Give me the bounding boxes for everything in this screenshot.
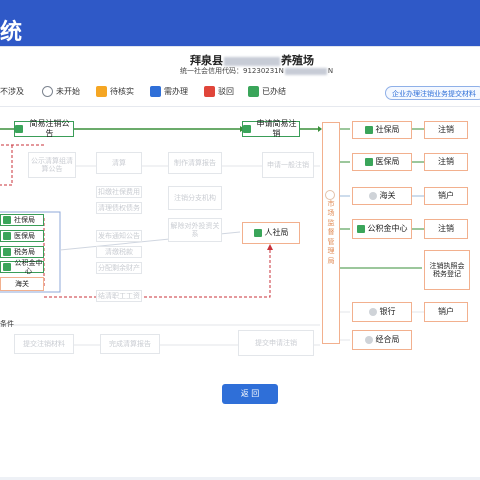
right-dept-bank[interactable]: 银行	[352, 302, 412, 322]
check-icon	[3, 232, 11, 240]
simple-notice-node[interactable]: 简易注销公告	[14, 119, 74, 138]
gray-node: 结清职工工资	[96, 290, 142, 302]
gray-node: 发布通知公告	[96, 230, 142, 242]
dept-label: 海关	[379, 191, 396, 201]
hrss-node[interactable]: 人社局	[242, 222, 300, 244]
check-icon	[3, 248, 11, 256]
action-cancel[interactable]: 注销	[424, 219, 468, 239]
gray-node: 注销分支机构	[168, 186, 222, 210]
check-icon	[243, 125, 251, 133]
not-applicable-icon	[368, 192, 377, 200]
apply-simple-node[interactable]: 申请简易注销	[242, 119, 300, 138]
action-cancel-license[interactable]: 注销执照会税务登记	[424, 250, 470, 290]
left-node-customs[interactable]: 海关	[0, 277, 44, 291]
node-label: 税务局	[14, 247, 35, 256]
status-circle-icon	[325, 190, 335, 200]
gray-node: 分配剩余财产	[96, 262, 142, 274]
gray-node: 清算	[96, 152, 142, 174]
action-close-account[interactable]: 销户	[424, 302, 468, 322]
right-dept-economic[interactable]: 经合局	[352, 330, 412, 350]
dept-label: 医保局	[375, 157, 400, 167]
apply-simple-label: 申请简易注销	[256, 119, 297, 138]
dept-label: 银行	[379, 307, 396, 317]
left-node-housing-fund[interactable]: 公积金中心	[0, 258, 44, 275]
not-applicable-icon	[368, 308, 377, 316]
action-close-account[interactable]: 销户	[424, 187, 468, 205]
rejected-line	[0, 145, 13, 186]
gray-node: 扣缴社保费用	[96, 186, 142, 198]
node-label: 医保局	[14, 231, 35, 240]
right-dept-medical[interactable]: 医保局	[352, 153, 412, 171]
action-cancel[interactable]: 注销	[424, 153, 468, 171]
action-cancel[interactable]: 注销	[424, 121, 468, 139]
dept-label: 社保局	[375, 125, 400, 135]
simple-notice-label: 简易注销公告	[29, 119, 70, 138]
dept-label: 经合局	[375, 335, 400, 345]
right-dept-social-security[interactable]: 社保局	[352, 121, 412, 139]
not-applicable-icon	[364, 336, 373, 344]
market-supervision-label: 市场监督管理局	[327, 200, 335, 265]
left-node-social-security[interactable]: 社保局	[0, 214, 44, 226]
check-icon	[15, 125, 23, 133]
left-node-tax[interactable]: 税务局	[0, 246, 44, 258]
condition-label: 条件	[0, 320, 14, 328]
rejected-line	[44, 248, 271, 298]
gray-node: 公示清算组清算公告	[28, 152, 76, 178]
flow-lines	[0, 126, 424, 346]
check-icon	[3, 216, 11, 224]
gray-node: 制作清算报告	[168, 152, 222, 174]
gray-node: 清缴税款	[96, 246, 142, 258]
gray-node: 解除对外投资关系	[168, 218, 222, 242]
check-icon	[364, 158, 373, 166]
dept-label: 公积金中心	[367, 224, 408, 234]
left-node-medical-insurance[interactable]: 医保局	[0, 230, 44, 242]
right-dept-housing-fund[interactable]: 公积金中心	[352, 219, 412, 239]
back-button[interactable]: 返 回	[222, 384, 278, 404]
gray-node: 完成清算报告	[100, 334, 160, 354]
node-label: 社保局	[14, 215, 35, 224]
right-dept-customs[interactable]: 海关	[352, 187, 412, 205]
gray-node: 申请一般注销	[262, 152, 314, 178]
gray-node: 清理债权债务	[96, 202, 142, 214]
check-icon	[356, 225, 365, 233]
check-icon	[3, 263, 11, 271]
gray-node: 提交注销材料	[14, 334, 74, 354]
node-label: 公积金中心	[14, 258, 43, 275]
arrow-head	[267, 244, 273, 250]
check-icon	[364, 126, 373, 134]
check-icon	[253, 229, 262, 237]
gray-node: 提交申请注销	[238, 330, 314, 356]
hrss-label: 人社局	[264, 228, 289, 238]
